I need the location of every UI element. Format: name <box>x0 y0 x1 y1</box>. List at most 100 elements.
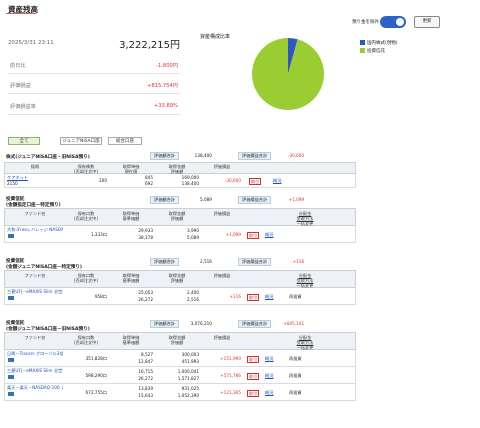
fund-table-header: ファンド名 保有口数 (売却注文中) 取得単価 基準価額 取得金額 評価額 評価損益 分配… <box>4 332 356 350</box>
column-header: ファンド名 <box>24 335 46 340</box>
summary-kv: 評価額合計 2,516 <box>150 258 215 266</box>
fund-name-link[interactable]: 三菱UFJ－eMAXIS Slim 全世界株式(オール・カントリー) <box>7 289 63 294</box>
summary-kv: 評価損益合計 +845,141 <box>238 320 307 328</box>
column-header: 取得単価 基準価額 <box>122 273 140 283</box>
qty: 672,755口 <box>85 390 107 395</box>
kv-label: 評価損益合計 <box>238 152 272 160</box>
reinvest-label: 再投資 <box>289 356 302 361</box>
trade-button[interactable]: 取引 <box>247 232 260 239</box>
kv-value: 3,076,210 <box>190 321 212 326</box>
profit-loss: +151,990 <box>220 356 241 361</box>
table-row: ケアネット 2150 200 845 692 169,000 138,400 -… <box>4 174 356 188</box>
overview-link[interactable]: 概況 <box>265 390 273 395</box>
summary-row: 評価損益率 +33.89% <box>8 103 180 115</box>
summary-kv: 評価損益合計 -30,600 <box>238 152 307 160</box>
summary-label: 評価損益率 <box>10 104 36 110</box>
column-header: 取得金額 評価額 <box>168 211 186 221</box>
trade-button[interactable]: 取引 <box>247 390 260 397</box>
fund-name-link[interactable]: 日興－Tracers グローバル3倍株(分散)リボン(ト) <box>7 351 63 356</box>
column-header: 保有株数 (売却注文中) <box>73 164 99 174</box>
reinvest-label: 再投資 <box>289 373 302 378</box>
trade-button[interactable]: 取引 <box>247 294 260 301</box>
table-row: 三菱UFJ－eMAXIS Slim 全世界株式(オール・カントリー) 958口 … <box>4 288 356 305</box>
summary-label: 前日比 <box>10 63 26 69</box>
cost-amount: 1,000,041 <box>177 369 199 374</box>
page-title: 資産残高 <box>6 5 38 14</box>
column-header: 評価損益 <box>213 273 231 278</box>
base-price: 26,272 <box>138 297 153 302</box>
eval-amount: 1,571,827 <box>177 376 199 381</box>
trade-button[interactable]: 取引 <box>247 373 260 380</box>
fund-section: 投資信託 (金額ジュニアNISA口座－旧NISA預り) 評価額合計 3,076,21… <box>4 320 356 405</box>
eval-amount: 5,089 <box>187 235 199 240</box>
summary-kv: 評価損益合計 +1,099 <box>238 196 307 204</box>
kv-label: 評価額合計 <box>150 152 179 160</box>
kv-label: 評価額合計 <box>150 320 179 328</box>
fund-table-header: ファンド名 保有口数 (売却注文中) 取得単価 基準価額 取得金額 評価額 評価損益 分配… <box>4 270 356 288</box>
kv-value: 2,516 <box>199 259 212 264</box>
pie-legend: 国内株式(現物) 投資信託 <box>360 40 398 56</box>
column-header: 取得金額 評価額 <box>168 335 186 345</box>
exclude-deposit-toggle[interactable] <box>380 16 406 28</box>
column-header: 取得単価 基準価額 <box>122 335 140 345</box>
overview-link[interactable]: 概況 <box>265 373 273 378</box>
kv-label: 評価損益合計 <box>238 320 272 328</box>
base-price: 12,847 <box>138 359 153 364</box>
qty: 598,290口 <box>85 373 107 378</box>
legend-label: 投資信託 <box>367 49 385 54</box>
stock-table-header: 銘柄 保有株数 (売却注文中) 取得単価 現在値 取得金額 評価額 評価損益 <box>4 162 356 174</box>
qty: 1,333口 <box>90 232 107 237</box>
column-header: 取得金額 評価額 <box>168 273 186 283</box>
trade-button[interactable]: 取引 <box>249 178 262 185</box>
pie-title: 資産構成比率 <box>200 34 231 40</box>
summary-kv: 評価額合計 138,400 <box>150 152 215 160</box>
kv-label: 評価額合計 <box>150 258 179 266</box>
summary-total: 3,222,215円 <box>119 40 180 51</box>
refresh-button[interactable]: 更新 <box>414 16 440 28</box>
qty: 351,828口 <box>85 356 107 361</box>
column-header[interactable]: 分配金 受取方法 一括変更 <box>285 211 325 226</box>
cost-amount: 3,990 <box>187 228 199 233</box>
fund-name-link[interactable]: 楽天－楽天・NASDAQ-100 レバレッジ・ファンド <box>7 385 63 390</box>
table-row: 楽天－楽天・NASDAQ-100 レバレッジ・ファンド 672,755口 13,… <box>4 384 356 401</box>
column-header: 銘柄 <box>30 164 40 169</box>
cost-amount: 931,025 <box>181 386 199 391</box>
column-header[interactable]: 分配金 受取方法 一括変更 <box>285 335 325 350</box>
column-header: 取得単価 現在値 <box>122 164 140 174</box>
cost-price: 25,053 <box>138 290 153 295</box>
cost-price: 13,839 <box>138 386 153 391</box>
overview-link[interactable]: 概況 <box>273 178 281 183</box>
summary-value: -1,800円 <box>156 63 178 69</box>
overview-link[interactable]: 概況 <box>265 294 273 299</box>
table-row: 三菱UFJ－eMAXIS Slim 全世界株式(オール・カントリー) 598,2… <box>4 367 356 384</box>
fund-name-link[interactable]: 三菱UFJ－eMAXIS Slim 全世界株式(オール・カントリー) <box>7 368 63 373</box>
profit-loss: +571,786 <box>220 373 241 378</box>
tab-general[interactable]: 総合口座 <box>108 137 142 145</box>
overview-link[interactable]: 概況 <box>265 356 273 361</box>
fund-section: 投資信託 (金額ジュニアNISA口座－特定預り) 評価額合計 2,516 評価損益合計… <box>4 258 356 309</box>
overview-link[interactable]: 概況 <box>265 232 273 237</box>
current-price: 692 <box>145 181 153 186</box>
trade-button[interactable]: 取引 <box>247 356 260 363</box>
profit-loss: +1,099 <box>225 232 242 237</box>
kv-value: +845,141 <box>283 321 305 326</box>
summary-kv: 評価損益合計 +116 <box>238 258 307 266</box>
stock-name-link[interactable]: ケアネット <box>7 175 28 180</box>
legend-item: 投資信託 <box>360 48 398 54</box>
table-row: 大和-iFreeレバレッジ NASDAQ100 1,333口 29,933 38… <box>4 226 356 243</box>
summary-row: 評価損益 +815,754円 <box>8 82 180 94</box>
qty: 200 <box>99 178 107 183</box>
tab-junior-nisa[interactable]: ジュニアNISA口座 <box>60 137 102 145</box>
column-header[interactable]: 分配金 受取方法 一括変更 <box>285 273 325 288</box>
column-header: 評価損益 <box>213 335 231 340</box>
tab-all[interactable]: 全て <box>8 137 40 145</box>
fund-name-link[interactable]: 大和-iFreeレバレッジ NASDAQ100 <box>7 227 63 232</box>
table-row: 日興－Tracers グローバル3倍株(分散)リボン(ト) 351,828口 8… <box>4 350 356 367</box>
kv-label: 評価損益合計 <box>238 258 272 266</box>
eval-amount: 138,400 <box>181 181 199 186</box>
cost-price: 8,527 <box>141 352 153 357</box>
summary-row: 前日比 -1,800円 <box>8 62 180 74</box>
column-header: 評価損益 <box>213 164 231 169</box>
legend-item: 国内株式(現物) <box>360 40 398 46</box>
base-price: 26,272 <box>138 376 153 381</box>
